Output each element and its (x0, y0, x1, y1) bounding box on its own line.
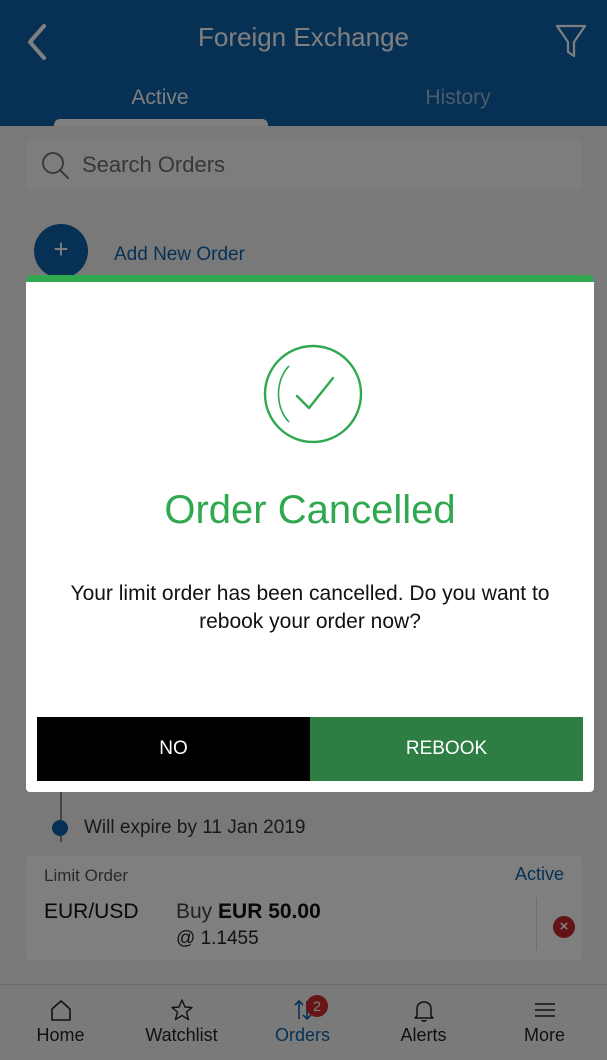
rebook-button[interactable]: REBOOK (310, 717, 583, 781)
order-cancelled-dialog: Order Cancelled Your limit order has bee… (26, 275, 594, 792)
dialog-message: Your limit order has been cancelled. Do … (70, 582, 550, 633)
dialog-title: Order Cancelled (164, 488, 456, 532)
no-button[interactable]: NO (37, 717, 310, 781)
check-circle-icon (263, 344, 363, 444)
